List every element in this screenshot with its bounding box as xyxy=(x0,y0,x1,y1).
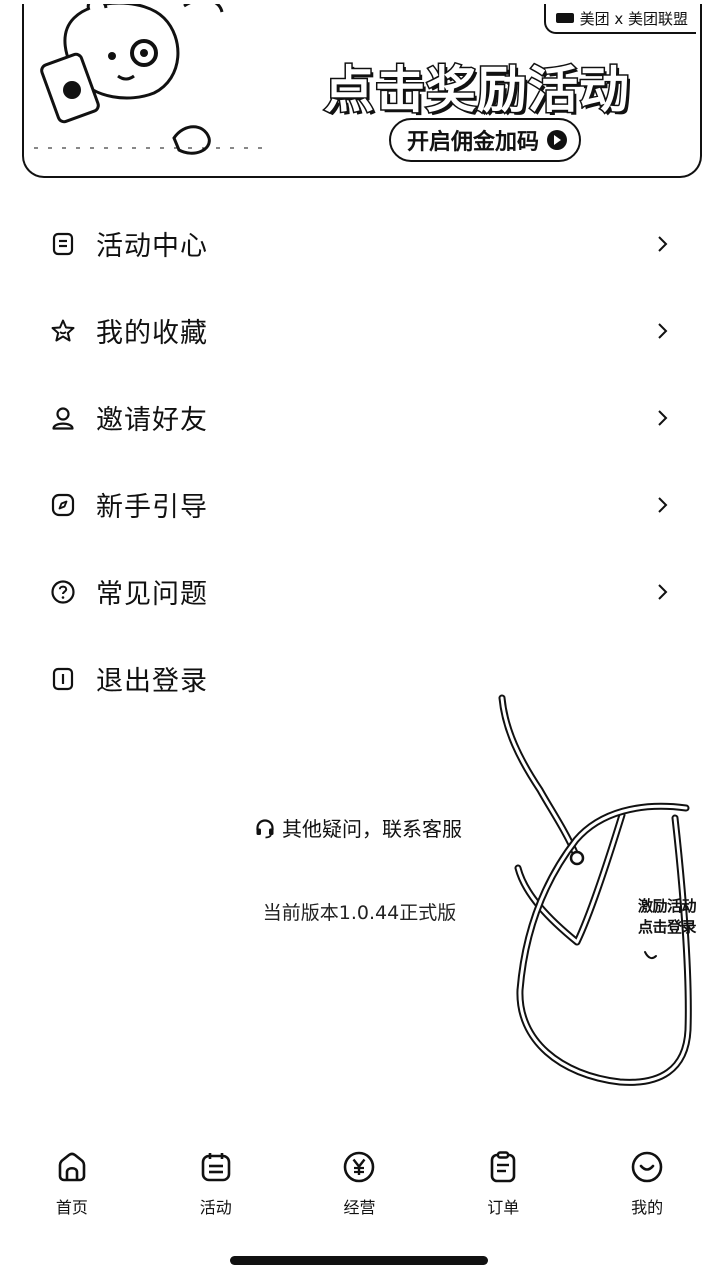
yen-circle-icon xyxy=(344,1151,375,1183)
chevron-right-icon xyxy=(658,409,668,426)
banner-title: 点击奖励活动 xyxy=(323,60,631,121)
support-label: 其他疑问，联系客服 xyxy=(282,817,462,841)
tab-label: 首页 xyxy=(55,1198,88,1217)
menu-item-invite-friends[interactable]: 邀请好友 xyxy=(0,374,719,461)
banner-cta-label: 开启佣金加码 xyxy=(407,130,540,155)
menu-item-label: 退出登录 xyxy=(96,666,208,697)
chevron-right-icon xyxy=(658,322,668,339)
profile-menu: 活动中心 我的收藏 邀请好友 新手引导 常见问题 退出登录 xyxy=(0,200,719,722)
menu-item-beginner-guide[interactable]: 新手引导 xyxy=(0,461,719,548)
arrow-right-circle-icon xyxy=(547,130,568,150)
bottom-tab-bar: 首页 活动 经营 订单 我的 xyxy=(0,1140,719,1230)
tab-business[interactable]: 经营 xyxy=(288,1140,432,1230)
tab-label: 我的 xyxy=(631,1198,664,1217)
promo-line-2: 点击登录 xyxy=(638,918,697,936)
promo-banner[interactable]: 美团 x 美团联盟 点击奖励活动 开启佣金加码 xyxy=(22,4,702,178)
smile-icon xyxy=(631,1151,663,1183)
tab-mine[interactable]: 我的 xyxy=(575,1140,719,1230)
floating-promo-scribble xyxy=(498,694,692,1086)
logout-icon xyxy=(52,667,74,690)
meituan-logo-icon xyxy=(555,13,574,23)
menu-item-favorites[interactable]: 我的收藏 xyxy=(0,287,719,374)
headset-icon xyxy=(256,818,274,838)
tab-label: 经营 xyxy=(343,1198,376,1217)
tab-home[interactable]: 首页 xyxy=(0,1140,144,1230)
chevron-right-icon xyxy=(658,583,668,600)
menu-item-label: 常见问题 xyxy=(96,579,208,610)
tab-activity[interactable]: 活动 xyxy=(144,1140,288,1230)
menu-item-label: 我的收藏 xyxy=(96,318,208,349)
calendar-doc-icon xyxy=(52,232,74,255)
brand-text: 美团 x 美团联盟 xyxy=(579,9,688,28)
home-indicator[interactable] xyxy=(230,1256,488,1265)
home-icon xyxy=(58,1152,86,1182)
tab-label: 订单 xyxy=(487,1198,520,1217)
chevron-right-icon xyxy=(658,235,668,252)
person-icon xyxy=(52,406,74,430)
calendar-icon xyxy=(201,1153,230,1182)
floating-promo-widget[interactable]: 激励活动 点击登录 xyxy=(490,690,705,1090)
tab-label: 活动 xyxy=(199,1198,232,1217)
banner-cta-button[interactable]: 开启佣金加码 xyxy=(389,118,582,162)
menu-item-label: 邀请好友 xyxy=(96,405,208,436)
tab-orders[interactable]: 订单 xyxy=(431,1140,575,1230)
menu-item-faq[interactable]: 常见问题 xyxy=(0,548,719,635)
menu-item-label: 活动中心 xyxy=(96,231,208,262)
star-icon xyxy=(51,319,75,341)
brand-tag: 美团 x 美团联盟 xyxy=(543,4,696,34)
chevron-right-icon xyxy=(658,496,668,513)
compass-icon xyxy=(51,493,75,516)
clipboard-icon xyxy=(490,1151,516,1183)
menu-item-activity-center[interactable]: 活动中心 xyxy=(0,200,719,287)
mascot-illustration xyxy=(34,4,264,155)
menu-item-label: 新手引导 xyxy=(96,492,208,523)
promo-line-1: 激励活动 xyxy=(638,897,697,915)
question-circle-icon xyxy=(51,579,75,604)
